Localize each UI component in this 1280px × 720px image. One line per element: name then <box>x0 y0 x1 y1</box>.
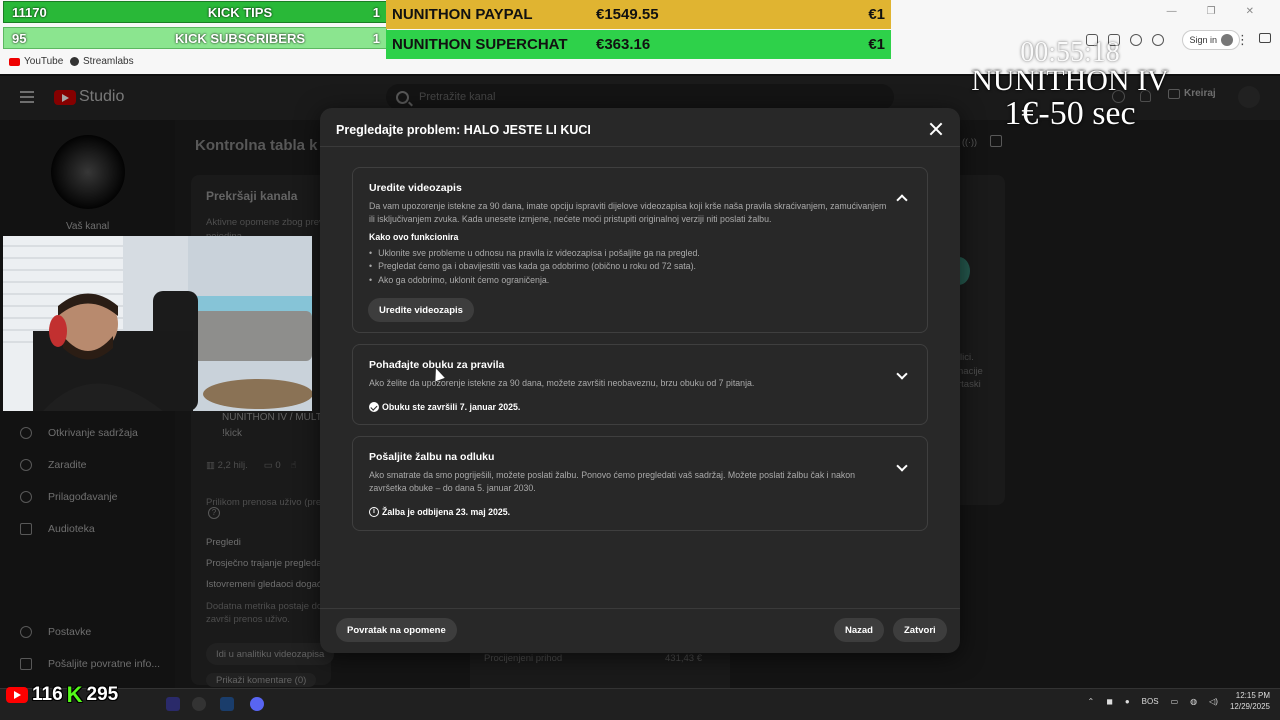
list-item: Ako ga odobrimo, uklonit ćemo ograničenj… <box>369 274 700 287</box>
close-button[interactable]: Zatvori <box>893 618 947 642</box>
appeal-status: i Žalba je odbijena 23. maj 2025. <box>369 507 510 517</box>
check-circle-icon <box>369 402 379 412</box>
bookmark-youtube[interactable]: YouTube <box>9 56 63 67</box>
divider <box>320 146 960 147</box>
dialog-title: Pregledajte problem: HALO JESTE LI KUCI <box>336 123 591 137</box>
kick-tips-counter: 11170 KICK TIPS 1 <box>3 1 387 23</box>
discord-icon[interactable] <box>250 697 264 711</box>
kick-icon: K <box>66 682 83 707</box>
profile-icon <box>1221 34 1233 46</box>
section-heading: Uredite videozapis <box>369 182 462 194</box>
system-tray: ⌃ ◼ ● BOS ▭ ◍ ◁) 12:15 PM 12/29/2025 <box>1087 690 1270 712</box>
how-it-works-title: Kako ovo funkcionira <box>369 232 459 242</box>
subathon-timer: 00:55:18 NUNITHON IV 1€-50 sec <box>960 37 1180 132</box>
sidebar-toggle-icon[interactable] <box>1259 33 1271 43</box>
list-item: Pregledat ćemo ga i obavijestiti vas kad… <box>369 260 700 273</box>
back-to-warnings-button[interactable]: Povratak na opomene <box>336 618 457 642</box>
app-icon[interactable] <box>166 697 180 711</box>
webcam-image <box>3 236 312 411</box>
section-edit-video: Uredite videozapis Da vam upozorenje ist… <box>352 167 928 333</box>
section-policy-training[interactable]: Pohađajte obuku za pravila Ako želite da… <box>352 344 928 425</box>
obs-icon[interactable] <box>192 697 206 711</box>
steam-icon[interactable] <box>220 697 234 711</box>
window-controls: — ❐ ✕ <box>1167 6 1254 17</box>
chevron-down-icon[interactable] <box>896 460 908 472</box>
youtube-icon <box>9 57 20 66</box>
chevron-up-icon[interactable] <box>896 194 908 206</box>
language-indicator[interactable]: BOS <box>1142 697 1159 706</box>
chevron-down-icon[interactable] <box>896 368 908 380</box>
kick-subscribers-counter: 95 KICK SUBSCRIBERS 1 <box>3 27 387 49</box>
timer-countdown: 00:55:18 <box>1020 37 1120 68</box>
how-it-works-list: Uklonite sve probleme u odnosu na pravil… <box>369 247 700 287</box>
clock[interactable]: 12:15 PM 12/29/2025 <box>1230 690 1270 712</box>
section-heading: Pošaljite žalbu na odluku <box>369 451 495 463</box>
superchat-total: NUNITHON SUPERCHAT €363.16 €1 <box>386 30 891 59</box>
display-icon[interactable]: ▭ <box>1171 697 1179 706</box>
bookmark-streamlabs[interactable]: Streamlabs <box>70 56 134 67</box>
close-window-icon[interactable]: ✕ <box>1246 6 1254 17</box>
list-item: Uklonite sve probleme u odnosu na pravil… <box>369 247 700 260</box>
timer-title: NUNITHON IV <box>971 64 1169 97</box>
section-body: Ako smatrate da smo pogriješili, možete … <box>369 470 856 493</box>
microphone-icon[interactable]: ● <box>1125 697 1130 706</box>
viewer-counts: 116 K 295 <box>6 682 118 708</box>
game-controller-icon[interactable]: ◼ <box>1106 697 1113 706</box>
back-button[interactable]: Nazad <box>834 618 884 642</box>
webcam-feed <box>3 236 312 411</box>
chevron-up-icon[interactable]: ⌃ <box>1087 697 1094 706</box>
sign-in-button[interactable]: Sign in <box>1182 30 1240 50</box>
section-body: Da vam upozorenje istekne za 90 dana, im… <box>369 201 887 224</box>
youtube-icon <box>6 687 28 703</box>
timer-rate: 1€-50 sec <box>1004 95 1136 132</box>
close-icon[interactable] <box>929 122 943 136</box>
paypal-total: NUNITHON PAYPAL €1549.55 €1 <box>386 0 891 29</box>
more-menu-icon[interactable]: ⋮ <box>1236 32 1249 48</box>
minimize-icon[interactable]: — <box>1167 6 1177 17</box>
training-status: Obuku ste završili 7. januar 2025. <box>369 402 520 412</box>
youtube-viewers: 116 <box>32 684 63 705</box>
edit-video-button[interactable]: Uredite videozapis <box>368 298 474 322</box>
info-icon: i <box>369 507 379 517</box>
maximize-icon[interactable]: ❐ <box>1207 6 1216 17</box>
divider <box>320 608 960 609</box>
streamlabs-icon <box>70 57 79 66</box>
section-body: Ako želite da upozorenje istekne za 90 d… <box>369 378 755 388</box>
kick-viewers: 295 <box>86 684 119 705</box>
section-appeal[interactable]: Pošaljite žalbu na odluku Ako smatrate d… <box>352 436 928 531</box>
network-icon[interactable]: ◍ <box>1190 697 1197 706</box>
volume-icon[interactable]: ◁) <box>1209 697 1218 706</box>
